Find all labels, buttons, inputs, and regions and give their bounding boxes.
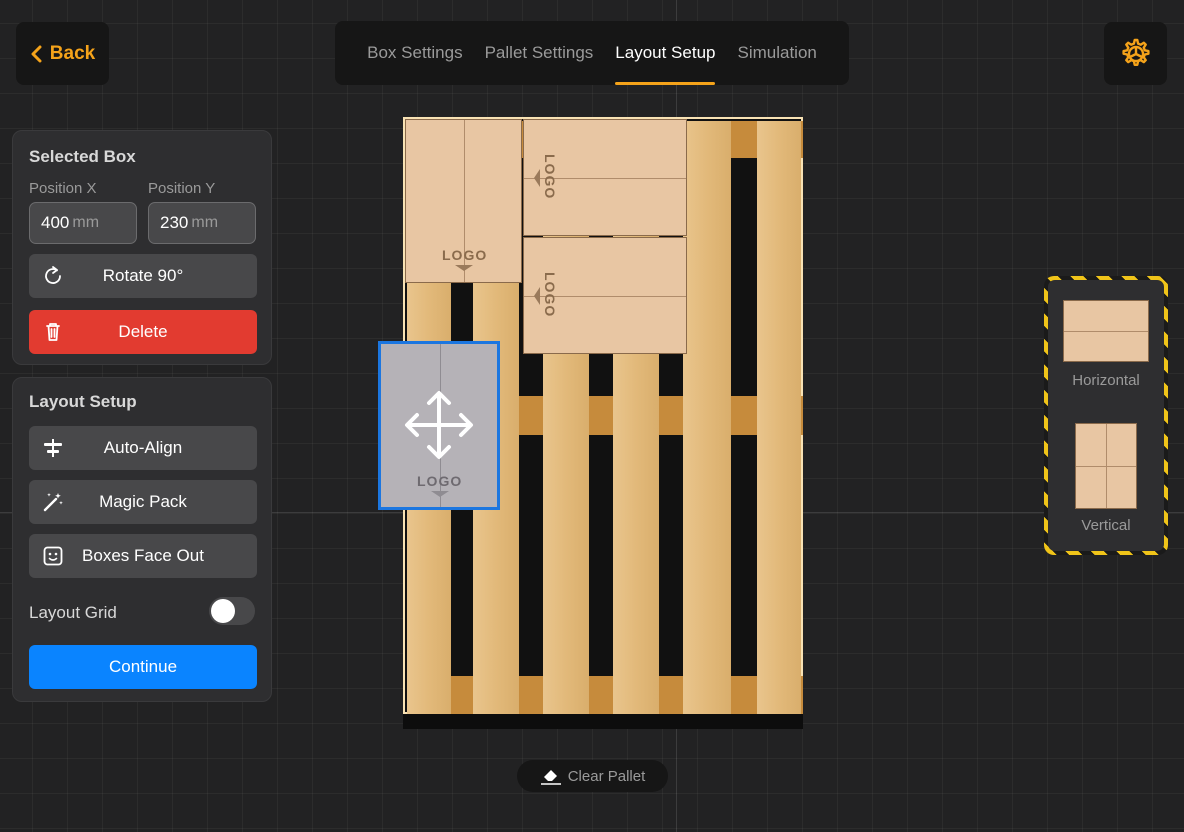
back-label: Back — [49, 42, 96, 64]
auto-align-label: Auto-Align — [103, 438, 183, 457]
chevron-left-icon — [31, 45, 42, 62]
rotate-label: Rotate 90° — [102, 266, 184, 285]
arrow-down-icon — [455, 265, 473, 271]
position-x-field[interactable]: 400 mm — [29, 202, 137, 244]
selected-box-title: Selected Box — [29, 147, 136, 166]
magic-pack-label: Magic Pack — [99, 492, 187, 511]
pallet-stringer — [407, 676, 803, 714]
tab-bar: Box Settings Pallet Settings Layout Setu… — [335, 21, 849, 85]
layout-setup-title: Layout Setup — [29, 392, 137, 411]
pallet-base — [403, 713, 803, 729]
layout-grid-label: Layout Grid — [29, 603, 117, 622]
orientation-horizontal-option[interactable] — [1063, 300, 1149, 362]
position-x-label: Position X — [29, 180, 97, 197]
box-logo: LOGO — [542, 154, 558, 200]
clear-pallet-label: Clear Pallet — [567, 767, 646, 785]
orientation-vertical-option[interactable] — [1075, 423, 1137, 509]
horizontal-label: Horizontal — [1072, 372, 1140, 389]
layout-grid-toggle[interactable] — [209, 597, 255, 625]
toggle-knob — [211, 599, 235, 623]
tab-simulation[interactable]: Simulation — [737, 21, 816, 85]
layout-setup-panel: Layout Setup Auto-Align Magic Pack Boxes… — [12, 377, 272, 702]
position-y-field[interactable]: 230 mm — [148, 202, 256, 244]
boxes-face-out-label: Boxes Face Out — [82, 546, 204, 565]
tab-pallet-settings[interactable]: Pallet Settings — [485, 21, 594, 85]
orientation-panel: Horizontal Vertical — [1044, 276, 1168, 555]
eraser-icon — [540, 770, 561, 785]
align-icon — [41, 436, 65, 460]
box-logo: LOGO — [417, 473, 463, 489]
arrow-left-icon — [534, 287, 540, 305]
tab-box-settings[interactable]: Box Settings — [367, 21, 462, 85]
pallet-box[interactable]: LOGO — [405, 119, 522, 283]
selected-box[interactable]: LOGO — [378, 341, 500, 510]
auto-align-button[interactable]: Auto-Align — [29, 426, 257, 470]
trash-icon — [41, 320, 65, 344]
position-x-unit: mm — [72, 214, 100, 231]
pallet-board — [757, 121, 801, 714]
tab-layout-setup[interactable]: Layout Setup — [615, 21, 716, 85]
boxes-face-out-button[interactable]: Boxes Face Out — [29, 534, 257, 578]
magic-wand-icon — [41, 490, 65, 514]
position-y-unit: mm — [191, 214, 219, 231]
smiley-box-icon — [41, 544, 65, 568]
pallet-board — [683, 121, 731, 714]
settings-button[interactable] — [1104, 22, 1167, 85]
arrow-left-icon — [534, 169, 540, 187]
selected-box-panel: Selected Box Position X Position Y 400 m… — [12, 130, 272, 365]
rotate-icon — [41, 264, 65, 288]
continue-button[interactable]: Continue — [29, 645, 257, 689]
magic-pack-button[interactable]: Magic Pack — [29, 480, 257, 524]
vertical-label: Vertical — [1081, 517, 1131, 534]
delete-button[interactable]: Delete — [29, 310, 257, 354]
position-y-value: 230 — [160, 213, 189, 232]
delete-label: Delete — [118, 322, 168, 341]
pallet-box[interactable]: LOGO — [523, 237, 687, 354]
rotate-button[interactable]: Rotate 90° — [29, 254, 257, 298]
continue-label: Continue — [108, 657, 178, 676]
box-logo: LOGO — [542, 272, 558, 318]
arrow-down-icon — [431, 491, 449, 497]
clear-pallet-button[interactable]: Clear Pallet — [517, 760, 668, 792]
gear-icon — [1121, 38, 1150, 66]
position-x-value: 400 — [41, 213, 70, 232]
back-button[interactable]: Back — [16, 22, 109, 85]
position-y-label: Position Y — [148, 180, 216, 197]
box-logo: LOGO — [442, 247, 488, 263]
pallet-box[interactable]: LOGO — [523, 119, 687, 236]
move-icon — [405, 391, 473, 459]
